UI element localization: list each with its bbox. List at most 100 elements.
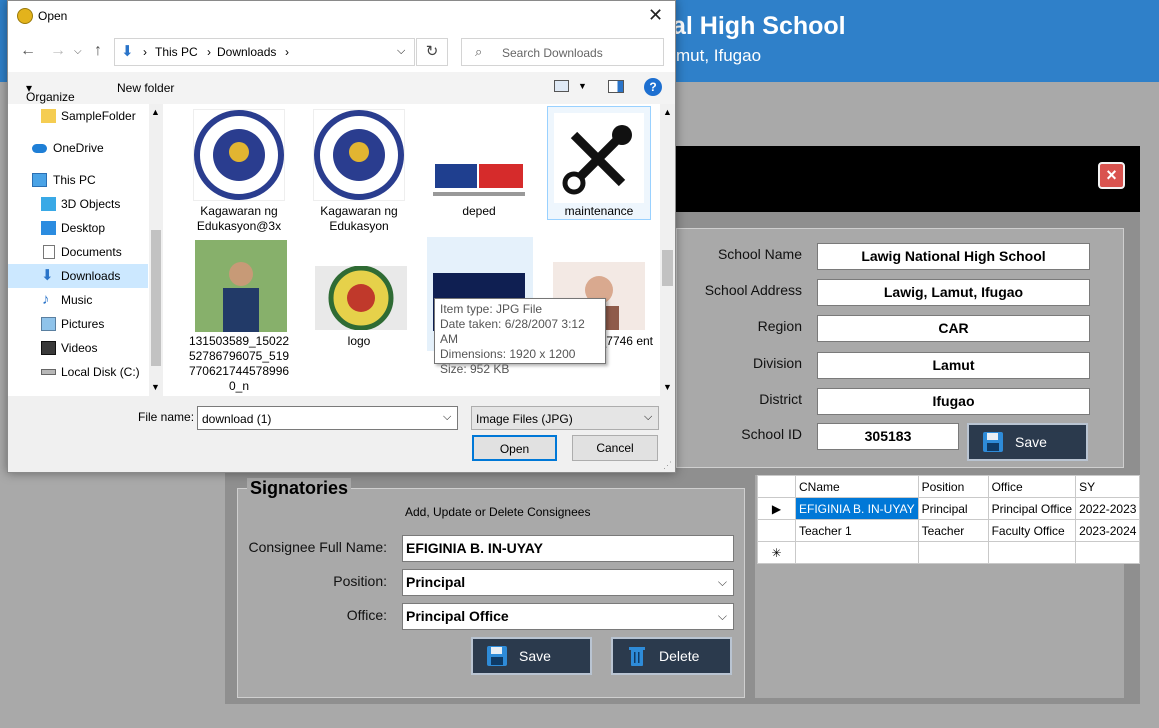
nav-item-documents[interactable]: Documents (8, 240, 148, 264)
grid-cell[interactable]: Principal (917, 497, 989, 520)
file-name[interactable]: deped (420, 204, 538, 219)
scroll-up-icon[interactable]: ▲ (151, 107, 160, 117)
nav-item-downloads[interactable]: ⬇ Downloads (8, 264, 148, 288)
signatory-delete-button[interactable]: Delete (611, 637, 732, 675)
nav-item-samplefolder[interactable]: SampleFolder (8, 104, 148, 128)
file-name[interactable]: Kagawaran ng Edukasyon@3x (180, 204, 298, 234)
nav-item-music[interactable]: ♪ Music (8, 288, 148, 312)
chevron-down-icon: ⌵ (644, 411, 653, 423)
up-arrow-icon[interactable]: ↑ (94, 42, 102, 60)
close-icon[interactable]: × (1098, 162, 1125, 189)
chevron-down-icon[interactable]: ▼ (578, 81, 587, 91)
nav-item-3d-objects[interactable]: 3D Objects (8, 192, 148, 216)
back-arrow-icon[interactable]: ← (20, 42, 36, 60)
file-thumbnail-selected[interactable] (547, 106, 651, 220)
division-field[interactable]: Lamut (817, 352, 1090, 379)
nav-item-local-disk[interactable]: Local Disk (C:) (8, 360, 148, 384)
position-label: Position: (333, 573, 387, 589)
office-select[interactable]: Principal Office ⌵ (402, 603, 734, 630)
grid-header-position[interactable]: Position (917, 475, 989, 498)
new-folder-button[interactable]: New folder (117, 81, 174, 95)
dialog-titlebar[interactable]: Open ✕ (8, 1, 675, 32)
scroll-down-icon[interactable]: ▼ (151, 382, 160, 392)
signatory-save-button[interactable]: Save (471, 637, 592, 675)
grid-cell[interactable]: Principal Office (987, 497, 1077, 520)
recent-chevron-icon[interactable]: ⌵ (74, 46, 82, 57)
nav-item-onedrive[interactable]: OneDrive (8, 136, 148, 160)
organize-button[interactable]: Organize ▾ (26, 81, 75, 104)
consignee-name-label: Consignee Full Name: (248, 539, 387, 555)
view-options-icon[interactable] (554, 80, 569, 92)
scroll-down-icon[interactable]: ▼ (663, 382, 672, 392)
chevron-down-icon[interactable]: ⌵ (443, 411, 451, 424)
position-value: Principal (406, 574, 466, 590)
nav-item-desktop[interactable]: Desktop (8, 216, 148, 240)
signatory-save-label: Save (519, 648, 551, 664)
grid-cell[interactable]: 2022-2023 (1075, 497, 1141, 520)
close-icon[interactable]: ✕ (648, 5, 663, 26)
refresh-icon[interactable]: ↻ (416, 38, 448, 66)
app-icon (17, 8, 33, 24)
download-icon: ⬇ (121, 43, 134, 60)
save-icon (487, 646, 507, 666)
file-name[interactable]: maintenance (540, 204, 658, 219)
district-field[interactable]: Ifugao (817, 388, 1090, 415)
cancel-button[interactable]: Cancel (572, 435, 658, 461)
music-icon: ♪ (42, 291, 50, 308)
file-name[interactable]: logo (300, 334, 418, 349)
address-bar[interactable]: ⬇ › This PC › Downloads › ⌵ (114, 38, 415, 66)
resize-grip-icon[interactable]: ⋰ (663, 460, 672, 471)
search-input[interactable]: ⌕ Search Downloads (461, 38, 664, 66)
grid-cell[interactable]: 2023-2024 (1075, 519, 1141, 542)
seal-icon (314, 110, 404, 200)
region-field[interactable]: CAR (817, 315, 1090, 342)
position-select[interactable]: Principal ⌵ (402, 569, 734, 596)
forward-arrow-icon[interactable]: → (50, 42, 66, 60)
breadcrumb-downloads[interactable]: Downloads (217, 45, 276, 59)
file-thumbnail[interactable] (195, 240, 287, 332)
scroll-thumb[interactable] (662, 250, 673, 286)
filetype-select[interactable]: Image Files (JPG) ⌵ (471, 406, 659, 430)
grid-cell[interactable]: Teacher 1 (795, 519, 919, 542)
file-thumbnail[interactable] (315, 265, 407, 331)
breadcrumb-this-pc[interactable]: This PC (155, 45, 198, 59)
school-address-field[interactable]: Lawig, Lamut, Ifugao (817, 279, 1090, 306)
file-name[interactable]: Kagawaran ng Edukasyon (300, 204, 418, 234)
help-icon[interactable]: ? (644, 78, 662, 96)
nav-item-this-pc[interactable]: This PC (8, 168, 148, 192)
consignee-name-field[interactable]: EFIGINIA B. IN-UYAY (402, 535, 734, 562)
dialog-title: Open (38, 9, 68, 23)
consignee-grid: CName Position Office SY ▶ EFIGINIA B. I… (757, 475, 1141, 564)
chevron-down-icon[interactable]: ⌵ (397, 45, 405, 58)
file-name[interactable]: 131503589_15022 52786796075_519 77062174… (180, 334, 298, 394)
files-scrollbar[interactable]: ▲ ▼ (660, 104, 675, 396)
grid-header-sy[interactable]: SY (1075, 475, 1141, 498)
preview-pane-icon[interactable] (608, 80, 624, 93)
seal-icon (194, 110, 284, 200)
school-save-button[interactable]: Save (967, 423, 1088, 461)
app-subtitle: mut, Ifugao (676, 46, 762, 65)
grid-cell[interactable]: Faculty Office (987, 519, 1077, 542)
filename-input[interactable]: download (1) ⌵ (197, 406, 458, 430)
grid-cell[interactable]: Teacher (917, 519, 989, 542)
nav-item-videos[interactable]: Videos (8, 336, 148, 360)
school-name-field[interactable]: Lawig National High School (817, 243, 1090, 270)
file-thumbnail[interactable] (433, 152, 525, 200)
grid-header-office[interactable]: Office (987, 475, 1077, 498)
cloud-icon (32, 144, 47, 153)
scroll-thumb[interactable] (151, 230, 161, 366)
scroll-up-icon[interactable]: ▲ (663, 107, 672, 117)
table-row[interactable]: Teacher 1 Teacher Faculty Office 2023-20… (757, 519, 1141, 542)
grid-header-cname[interactable]: CName (795, 475, 919, 498)
grid-cell[interactable]: EFIGINIA B. IN-UYAY (795, 497, 919, 520)
school-address-label: School Address (704, 282, 802, 298)
school-id-field[interactable]: 305183 (817, 423, 959, 450)
file-thumbnail[interactable] (313, 109, 405, 201)
table-row[interactable]: ▶ EFIGINIA B. IN-UYAY Principal Principa… (757, 497, 1141, 520)
table-row-new[interactable]: ✳ (757, 541, 1141, 564)
row-selector-icon: ▶ (757, 497, 796, 520)
nav-item-pictures[interactable]: Pictures (8, 312, 148, 336)
file-thumbnail[interactable] (193, 109, 285, 201)
nav-scrollbar[interactable]: ▲ ▼ (149, 104, 163, 396)
open-button[interactable]: Open (472, 435, 557, 461)
